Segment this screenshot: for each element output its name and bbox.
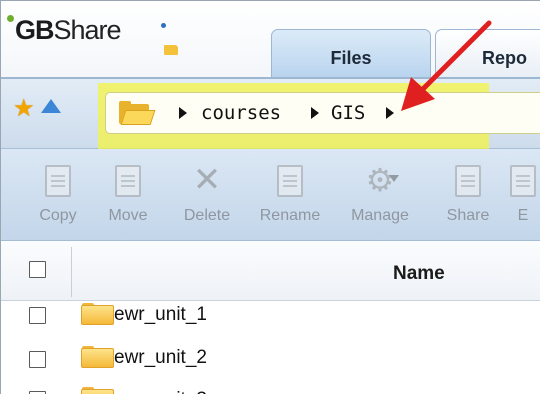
- logo-dot-icon: [7, 15, 14, 22]
- tab-label: Repo: [482, 48, 527, 68]
- logo-dot-icon: [161, 23, 166, 28]
- share-label: Share: [446, 207, 490, 224]
- folder-icon: [81, 346, 114, 368]
- share-button[interactable]: Share: [437, 161, 499, 231]
- move-button[interactable]: Move: [97, 161, 159, 231]
- tab-files[interactable]: Files: [271, 29, 431, 79]
- breadcrumb-arrow-icon[interactable]: [386, 107, 394, 119]
- copy-icon: [45, 165, 71, 197]
- folder-icon: [81, 387, 114, 394]
- breadcrumb-arrow-icon[interactable]: [179, 107, 187, 119]
- export-label: E: [517, 207, 529, 224]
- manage-label: Manage: [351, 207, 409, 224]
- app-logo[interactable]: GBShare: [15, 15, 122, 46]
- manage-button[interactable]: ⚙ Manage: [349, 161, 411, 231]
- breadcrumb-arrow-icon[interactable]: [311, 107, 319, 119]
- app-header: GBShare Files Repo: [1, 1, 540, 79]
- tab-reports[interactable]: Repo: [435, 29, 540, 79]
- list-item-name[interactable]: ewr_unit_3: [114, 389, 207, 394]
- up-level-icon[interactable]: [41, 99, 61, 113]
- export-button[interactable]: E: [505, 161, 540, 231]
- delete-button[interactable]: ✕ Delete: [176, 161, 238, 231]
- list-item-name[interactable]: ewr_unit_1: [114, 304, 207, 326]
- share-icon: [455, 165, 481, 197]
- export-icon: [510, 165, 536, 197]
- rename-label: Rename: [259, 207, 321, 224]
- row-checkbox[interactable]: [29, 307, 46, 324]
- breadcrumb: [105, 92, 540, 134]
- folder-open-icon[interactable]: [119, 101, 156, 125]
- chevron-down-icon: [389, 175, 399, 182]
- rename-icon: [277, 165, 303, 197]
- column-divider: [71, 247, 72, 297]
- copy-button[interactable]: Copy: [27, 161, 89, 231]
- move-icon: [115, 165, 141, 197]
- app-window: GBShare Files Repo ★ courses GIS Copy Mo…: [0, 0, 540, 394]
- move-label: Move: [108, 207, 148, 224]
- copy-label: Copy: [39, 207, 77, 224]
- breadcrumb-item-courses[interactable]: courses: [201, 102, 281, 124]
- column-header-name[interactable]: Name: [393, 263, 445, 285]
- list-header: [1, 241, 540, 301]
- list-item-name[interactable]: ewr_unit_2: [114, 347, 207, 369]
- logo-text-bold: GB: [15, 15, 54, 45]
- delete-label: Delete: [183, 207, 231, 224]
- delete-icon: ✕: [192, 161, 222, 199]
- rename-button[interactable]: Rename: [259, 161, 321, 231]
- tab-label: Files: [330, 48, 372, 68]
- breadcrumb-item-gis[interactable]: GIS: [331, 102, 365, 124]
- logo-text: Share: [53, 15, 122, 45]
- folder-icon: [81, 303, 114, 325]
- row-checkbox[interactable]: [29, 351, 46, 368]
- logo-folder-icon: [164, 45, 178, 55]
- favorite-star-icon[interactable]: ★: [13, 97, 35, 121]
- select-all-checkbox[interactable]: [29, 261, 46, 278]
